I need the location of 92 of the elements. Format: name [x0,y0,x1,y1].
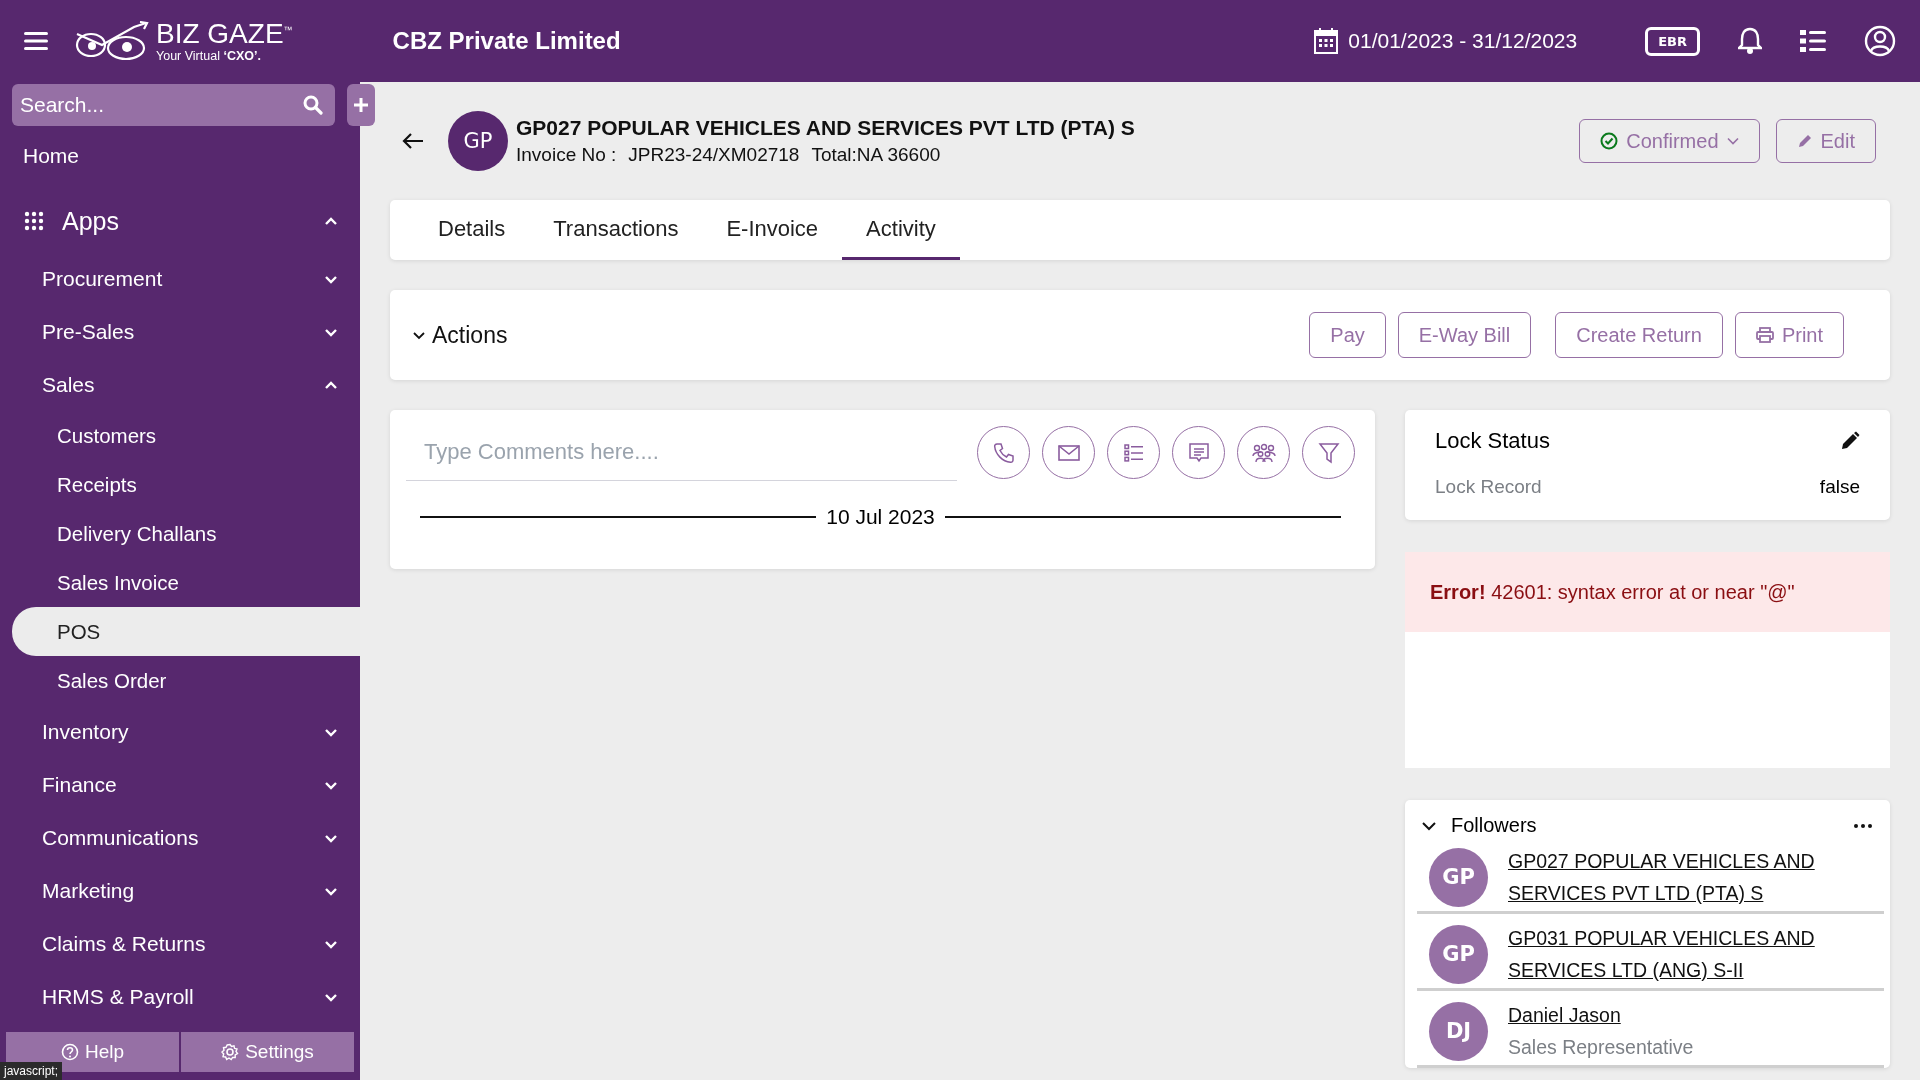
chevron-icon[interactable] [1421,820,1437,831]
chevron-icon[interactable] [324,885,338,896]
sidebar-item[interactable]: Claims & Returns [42,931,206,956]
print-button[interactable]: Print [1734,312,1844,358]
help-icon [60,1043,79,1061]
apps-section[interactable]: Apps [62,206,324,236]
more-icon[interactable] [1854,823,1872,828]
lock-record-value: false [1819,476,1860,498]
tab[interactable]: Details [414,200,530,260]
sidebar-item[interactable]: Finance [42,772,117,797]
list-icon [1123,443,1144,462]
sidebar-item[interactable]: Communications [42,825,199,850]
chevron-icon[interactable] [324,938,338,949]
calendar-icon[interactable] [1314,28,1339,54]
record-title: GP027 POPULAR VEHICLES AND SERVICES PVT LTD (PTA) S [516,116,1135,140]
call-button[interactable] [977,426,1030,479]
logo-name: BIZ GAZE$^{™}$ [156,19,293,48]
sidebar-item[interactable]: Marketing [42,878,135,903]
pencil-icon [1796,133,1813,149]
record-avatar: GP [448,111,508,171]
sidebar-subitem[interactable]: Customers [12,411,360,460]
tab[interactable]: E-Invoice [702,200,843,260]
task-button[interactable] [1107,426,1160,479]
chevron-icon[interactable] [324,832,338,843]
sidebar-item[interactable]: Pre-Sales [42,319,135,344]
chat-icon [1187,441,1210,464]
sidebar-subitem[interactable]: Sales Invoice [12,558,360,607]
filter-icon [1317,441,1340,464]
phone-icon [992,441,1015,464]
chevron-icon[interactable] [324,991,338,1002]
filter-button[interactable] [1302,426,1355,479]
invoice-label: Invoice No : [516,144,617,166]
chevron-icon[interactable] [324,726,338,737]
branch-badge[interactable]: EBR [1645,26,1700,56]
sidebar-item[interactable]: Sales [42,372,95,397]
sidebar-item[interactable]: Home [0,132,103,180]
sidebar-subitem[interactable]: Delivery Challans [12,509,360,558]
note-button[interactable] [1172,426,1225,479]
sidebar-subitem[interactable]: Receipts [12,460,360,509]
tab[interactable]: Activity [842,200,960,260]
search-field[interactable]: Search... [12,84,335,126]
check-circle-icon [1600,132,1619,150]
chevron-icon[interactable] [324,779,338,790]
error-message: Error! 42601: syntax error at or near "@" [1430,580,1795,604]
sidebar-item[interactable]: Inventory [42,719,129,744]
company-name: CBZ Private Limited [392,27,621,55]
sidebar-item[interactable]: HRMS & Payroll [42,984,194,1009]
follower-link[interactable]: GP031 POPULAR VEHICLES AND SERVICES LTD (ANG) S-II [1508,922,1884,986]
link-status-tooltip: javascript; [0,1062,63,1080]
sidebar-item[interactable]: Procurement [42,266,163,291]
follower-link[interactable]: GP027 POPULAR VEHICLES AND SERVICES PVT LTD (PTA) S [1508,845,1884,909]
date-separator: 10 Jul 2023 [826,505,935,529]
meeting-button[interactable] [1237,426,1290,479]
follower-avatar: DJ [1429,1001,1488,1061]
back-arrow-icon[interactable] [402,132,424,150]
logo-tagline: Your Virtual ‘CXO’. [156,49,262,63]
user-icon[interactable] [1864,25,1896,57]
date-range[interactable]: 01/01/2023 - 31/12/2023 [1348,29,1578,53]
action-button[interactable]: E-Way Bill [1397,312,1532,358]
chevron-icon[interactable] [324,273,338,284]
caret-icon [1726,137,1739,145]
invoice-number: JPR23-24/XM02718 [628,144,800,166]
invoice-total: Total:NA 36600 [811,144,941,166]
people-icon [1251,442,1276,463]
follower-avatar: GP [1429,924,1488,984]
follower-link[interactable]: Daniel Jason [1508,999,1694,1031]
action-button[interactable]: Create Return [1555,312,1723,358]
grid-icon [24,211,44,231]
add-button[interactable] [347,84,375,126]
chevron-icon[interactable] [324,326,338,337]
follower-avatar: GP [1429,847,1488,907]
action-button[interactable]: Pay [1309,312,1386,358]
menu-icon[interactable] [24,31,48,51]
settings-icon [221,1043,240,1061]
list-icon[interactable] [1800,29,1826,53]
sidebar-subitem[interactable]: Sales Order [12,656,360,705]
printer-icon [1755,327,1774,343]
tab[interactable]: Transactions [529,200,703,260]
follower-role: Sales Representative [1508,1035,1694,1060]
lock-record-label: Lock Record [1435,476,1542,498]
pencil-icon[interactable] [1840,431,1860,451]
chevron-icon[interactable] [412,330,426,340]
search-icon[interactable] [303,95,323,115]
actions-title: Actions [432,321,508,349]
followers-title: Followers [1451,814,1538,837]
sidebar-subitem[interactable]: POS [12,607,360,656]
lock-status-title: Lock Status [1435,428,1550,454]
settings-button[interactable]: Settings [181,1032,354,1072]
email-button[interactable] [1042,426,1095,479]
bell-icon[interactable] [1738,27,1762,55]
envelope-icon [1057,444,1080,461]
plus-icon [353,97,369,113]
